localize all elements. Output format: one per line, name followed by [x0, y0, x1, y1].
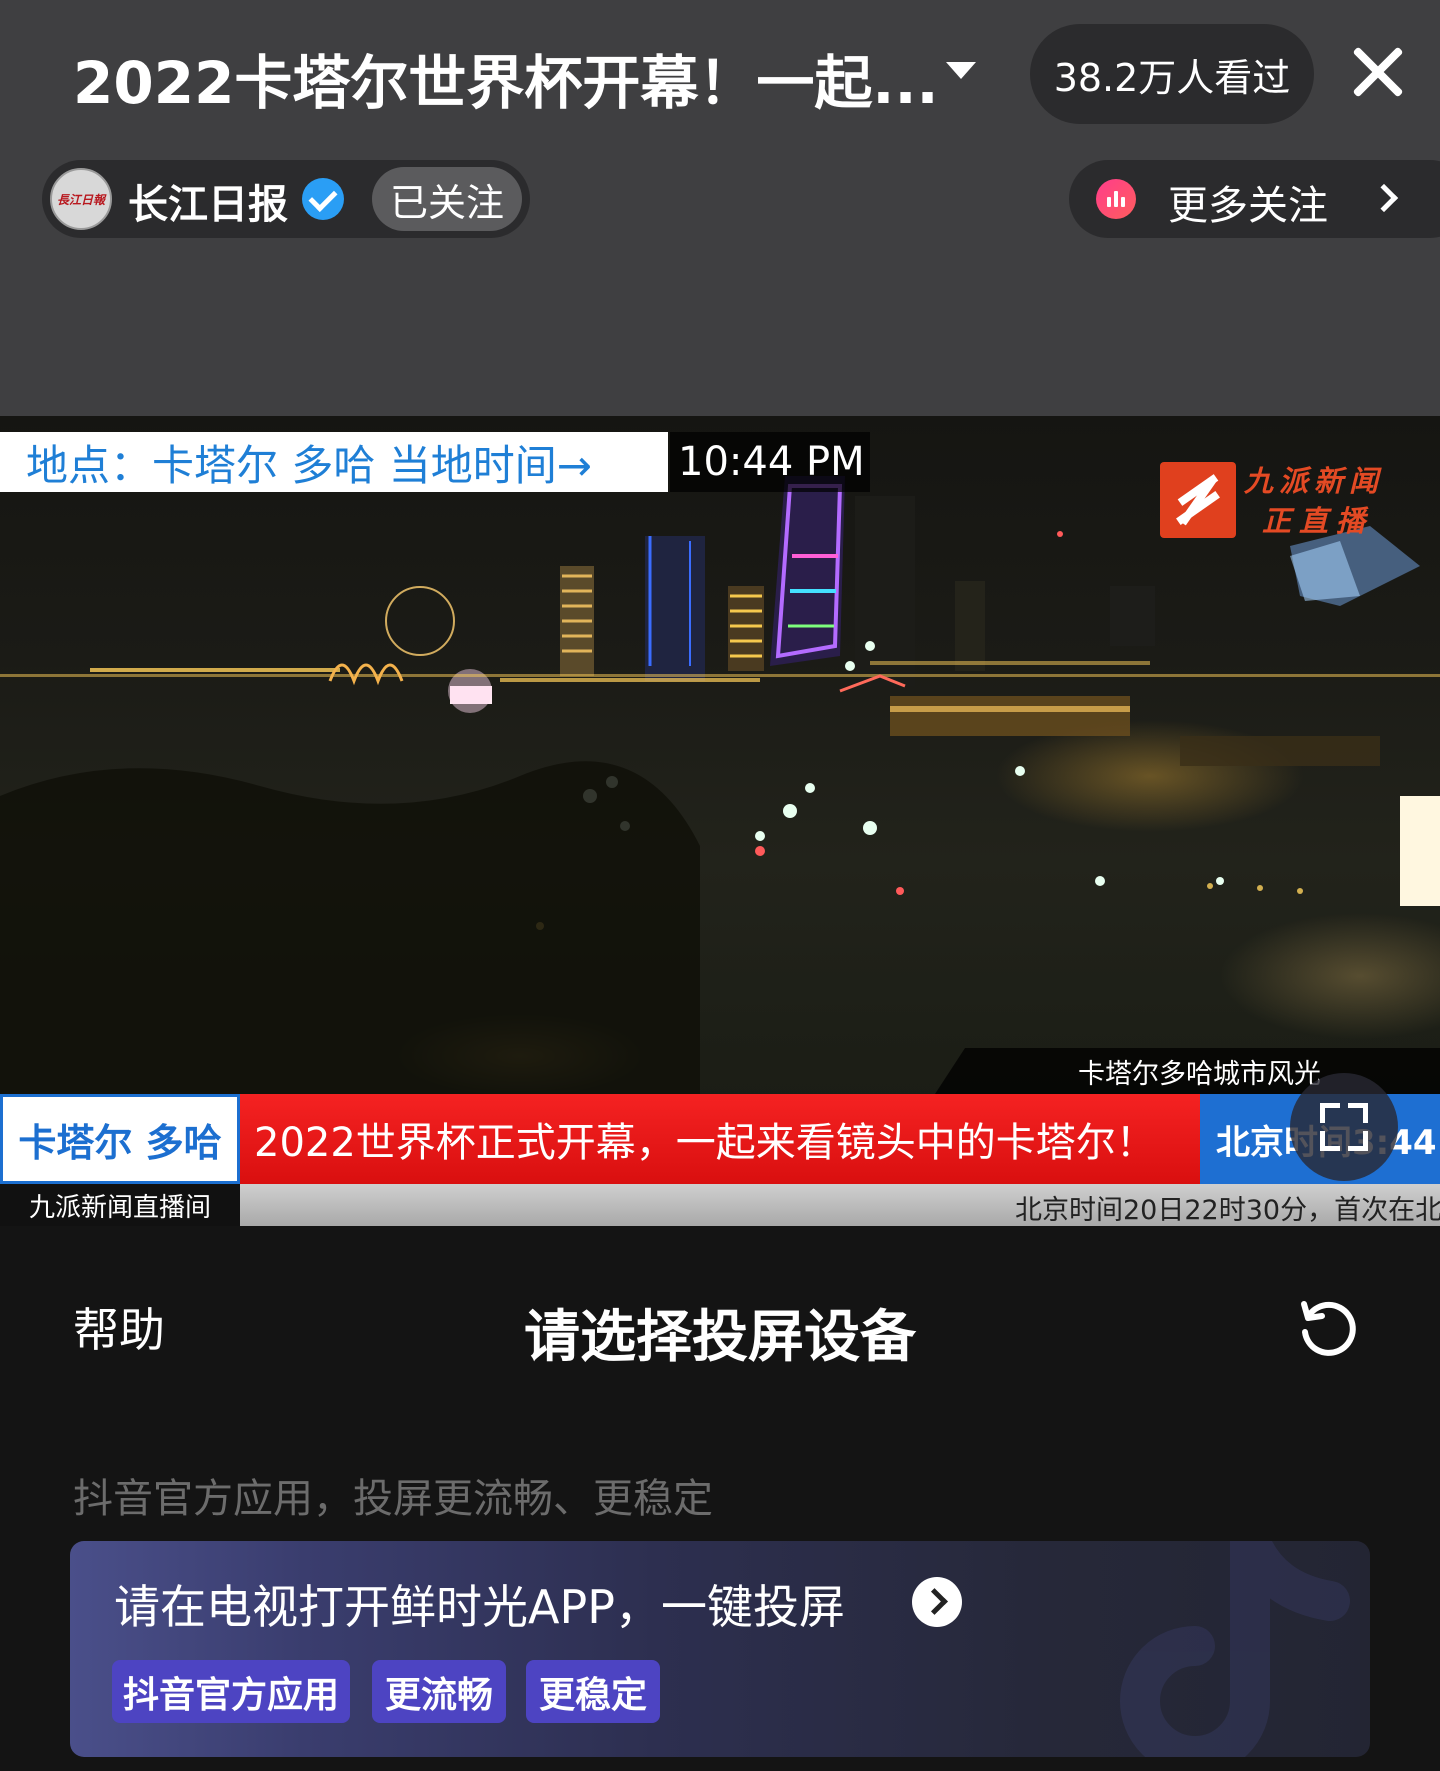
- ticker-source: 九派新闻直播间: [0, 1184, 240, 1226]
- ticker-headline: 2022世界杯正式开幕，一起来看镜头中的卡塔尔！: [240, 1094, 1200, 1184]
- chevron-right-icon[interactable]: [912, 1577, 962, 1627]
- live-title[interactable]: 2022卡塔尔世界杯开幕！一起...: [73, 36, 939, 120]
- ticker-scroll-text: 北京时间20日22时30分，首次在北半: [1015, 1195, 1440, 1226]
- sheet-subtitle: 抖音官方应用，投屏更流畅、更稳定: [73, 1476, 713, 1522]
- more-follow-label: 更多关注: [1168, 183, 1328, 229]
- ticker-scroll-bar: 北京时间20日22时30分，首次在北半: [240, 1184, 1440, 1226]
- live-header: 2022卡塔尔世界杯开幕！一起... 38.2万人看过 長江日報 长江日报 已关…: [0, 0, 1440, 416]
- video-caption: 卡塔尔多哈城市风光: [1078, 1059, 1321, 1090]
- avatar-logo-text: 長江日報: [56, 192, 105, 207]
- fullscreen-icon[interactable]: [1290, 1073, 1398, 1181]
- chevron-down-icon[interactable]: [946, 62, 976, 79]
- live-bars-icon: [1096, 179, 1136, 219]
- host-name[interactable]: 长江日报: [128, 172, 288, 230]
- more-follow-button[interactable]: 更多关注: [1069, 160, 1440, 238]
- cast-device-sheet: 帮助 请选择投屏设备 抖音官方应用，投屏更流畅、更稳定 请在电视打开鲜时光APP…: [0, 1226, 1440, 1771]
- tag-smoother: 更流畅: [372, 1660, 506, 1723]
- jiupai-logo-icon: [1160, 462, 1236, 538]
- live-video[interactable]: 地点：卡塔尔 多哈 当地时间→ 10:44 PM 九派新闻 正直播 卡塔尔多哈城…: [0, 416, 1440, 1226]
- tag-more-stable: 更稳定: [526, 1660, 660, 1723]
- tag-official-app: 抖音官方应用: [112, 1660, 350, 1723]
- viewer-count-badge[interactable]: 38.2万人看过: [1030, 24, 1314, 124]
- card-text: 请在电视打开鲜时光APP，一键投屏: [114, 1580, 845, 1634]
- refresh-icon[interactable]: [1296, 1294, 1360, 1358]
- avatar[interactable]: 長江日報: [50, 168, 112, 230]
- followed-button[interactable]: 已关注: [372, 167, 522, 231]
- location-banner: 地点：卡塔尔 多哈 当地时间→: [0, 432, 668, 492]
- brand-name: 九派新闻: [1244, 464, 1385, 498]
- brand-live-label: 正直播: [1262, 504, 1374, 538]
- close-icon[interactable]: [1350, 44, 1406, 100]
- sheet-title: 请选择投屏设备: [524, 1305, 916, 1370]
- douyin-logo-icon: [1120, 1541, 1350, 1757]
- local-time: 10:44 PM: [670, 432, 870, 492]
- xianshiguang-app-card[interactable]: 请在电视打开鲜时光APP，一键投屏 抖音官方应用 更流畅 更稳定: [70, 1541, 1370, 1757]
- host-card[interactable]: 長江日報 长江日报 已关注: [42, 160, 530, 238]
- ticker-place: 卡塔尔 多哈: [0, 1094, 240, 1184]
- chevron-right-icon: [1369, 183, 1399, 213]
- verified-icon: [302, 178, 344, 220]
